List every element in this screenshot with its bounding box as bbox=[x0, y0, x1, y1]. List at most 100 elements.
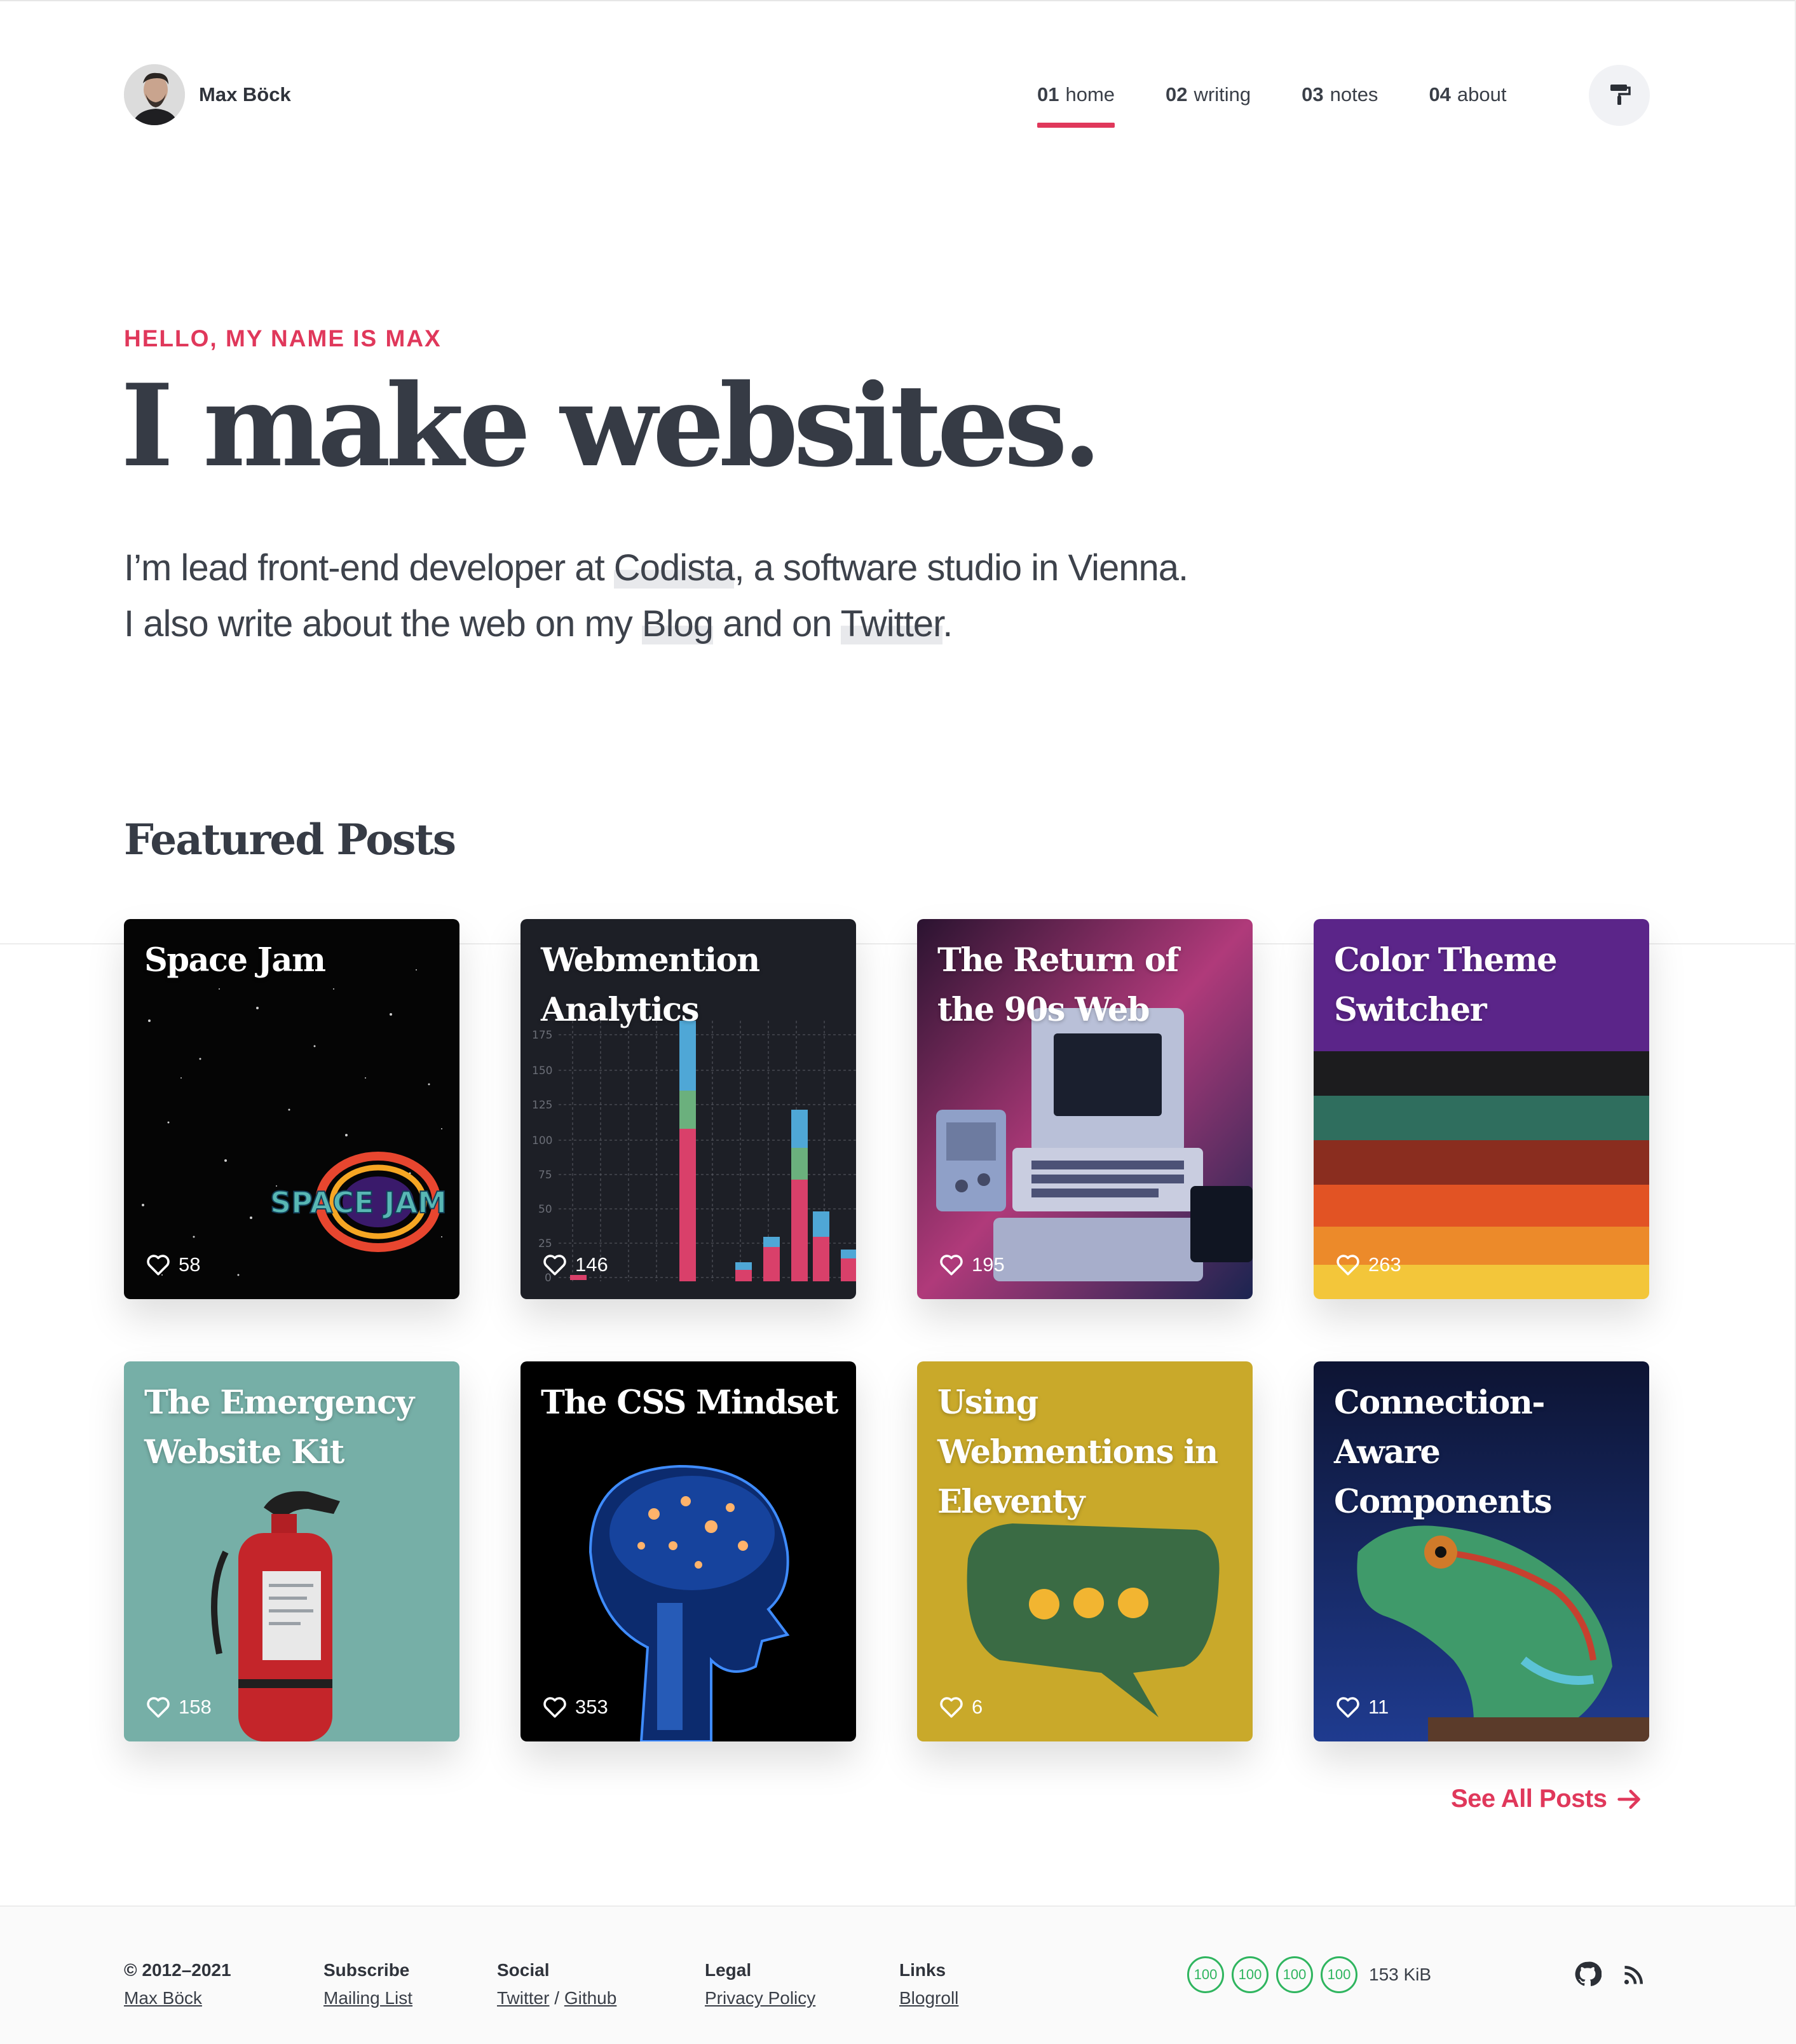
see-all-posts-link[interactable]: See All Posts bbox=[1451, 1785, 1643, 1813]
heart-icon bbox=[1337, 1697, 1359, 1718]
likes-count: 6 bbox=[939, 1696, 983, 1719]
post-title: Connection-Aware Components bbox=[1334, 1384, 1553, 1521]
footer-subscribe: Subscribe Mailing List bbox=[323, 1956, 412, 2012]
home-link[interactable]: Max Böck bbox=[124, 64, 291, 126]
links-heading: Links bbox=[899, 1960, 946, 1980]
nav-about[interactable]: 04 about bbox=[1429, 83, 1506, 106]
post-card-webmentions-eleventy[interactable]: Using Webmentions in Eleventy 6 bbox=[917, 1361, 1253, 1741]
axis-tick: 100 bbox=[532, 1134, 552, 1147]
likes-value: 6 bbox=[972, 1696, 983, 1718]
heart-icon bbox=[147, 1697, 170, 1718]
likes-count: 353 bbox=[542, 1696, 608, 1719]
post-title: Space Jam bbox=[144, 941, 326, 979]
likes-value: 158 bbox=[179, 1696, 212, 1718]
site-name: Max Böck bbox=[199, 83, 291, 106]
twitter-link[interactable]: Twitter bbox=[840, 603, 943, 644]
post-card-space-jam[interactable]: SPACE JAM Space Jam 58 bbox=[124, 919, 459, 1299]
mailing-list-link[interactable]: Mailing List bbox=[323, 1988, 412, 2008]
post-title: Color Theme Switcher bbox=[1334, 941, 1558, 1029]
post-card-connection-aware-components[interactable]: Connection-Aware Components 11 bbox=[1314, 1361, 1649, 1741]
nav-notes-label: notes bbox=[1330, 83, 1378, 106]
post-card-90s-web[interactable]: The Return of the 90s Web 195 bbox=[917, 919, 1253, 1299]
nav-about-label: about bbox=[1457, 83, 1507, 106]
likes-count: 263 bbox=[1335, 1253, 1401, 1276]
intro-text-1: I’m lead front-end developer at bbox=[124, 547, 614, 589]
post-card-css-mindset[interactable]: The CSS Mindset 353 bbox=[520, 1361, 856, 1741]
nav-writing[interactable]: 02 writing bbox=[1166, 83, 1251, 106]
blog-link[interactable]: Blog bbox=[641, 603, 714, 644]
footer-twitter-link[interactable]: Twitter bbox=[497, 1988, 549, 2008]
likes-count: 146 bbox=[542, 1253, 608, 1276]
post-card-emergency-website-kit[interactable]: The Emergency Website Kit 158 bbox=[124, 1361, 459, 1741]
nav-home[interactable]: 01 home bbox=[1037, 83, 1115, 128]
likes-value: 58 bbox=[179, 1253, 201, 1276]
heart-icon bbox=[1337, 1255, 1359, 1276]
featured-posts-heading: Featured Posts bbox=[124, 815, 456, 864]
site-footer: © 2012–2021 Max Böck Subscribe Mailing L… bbox=[0, 1907, 1796, 2044]
lighthouse-score-badge: 100 bbox=[1187, 1956, 1224, 1993]
github-icon[interactable] bbox=[1574, 1960, 1602, 1991]
heart-icon bbox=[940, 1697, 963, 1718]
likes-count: 58 bbox=[146, 1253, 200, 1276]
axis-tick: 150 bbox=[532, 1065, 552, 1077]
heart-icon bbox=[543, 1697, 566, 1718]
copyright-link[interactable]: Max Böck bbox=[124, 1988, 202, 2008]
paint-roller-icon bbox=[1607, 81, 1632, 110]
social-separator: / bbox=[549, 1988, 564, 2008]
codista-link[interactable]: Codista bbox=[613, 547, 735, 589]
axis-tick: 75 bbox=[538, 1169, 552, 1182]
likes-value: 263 bbox=[1368, 1253, 1401, 1276]
lighthouse-score-badge: 100 bbox=[1232, 1956, 1269, 1993]
likes-count: 11 bbox=[1335, 1696, 1389, 1719]
likes-count: 195 bbox=[939, 1253, 1005, 1276]
subscribe-heading: Subscribe bbox=[323, 1960, 410, 1980]
hero-title: I make websites. bbox=[121, 359, 1102, 492]
main-nav: 01 home 02 writing 03 notes 04 about bbox=[1037, 64, 1558, 128]
footer-legal: Legal Privacy Policy bbox=[705, 1956, 815, 2012]
post-card-color-theme-switcher[interactable]: Color Theme Switcher 263 bbox=[1314, 919, 1649, 1299]
space-jam-logo: SPACE JAM bbox=[270, 1185, 447, 1220]
likes-count: 158 bbox=[146, 1696, 212, 1719]
axis-tick: 25 bbox=[538, 1237, 552, 1250]
page-size: 153 KiB bbox=[1369, 1965, 1432, 1984]
nav-notes-number: 03 bbox=[1302, 83, 1324, 106]
post-card-webmention-analytics[interactable]: 175 150 125 100 75 50 25 0 Webmention An… bbox=[520, 919, 856, 1299]
footer-links: Links Blogroll bbox=[899, 1956, 958, 2012]
nav-about-number: 04 bbox=[1429, 83, 1451, 106]
intro-text-2: , a software studio in Vienna. bbox=[734, 547, 1188, 589]
lighthouse-score-badge: 100 bbox=[1276, 1956, 1313, 1993]
theme-switcher-button[interactable] bbox=[1589, 65, 1650, 126]
likes-value: 195 bbox=[972, 1253, 1005, 1276]
nav-notes[interactable]: 03 notes bbox=[1302, 83, 1378, 106]
heart-icon bbox=[940, 1255, 963, 1276]
arrow-right-icon bbox=[1617, 1789, 1641, 1809]
blogroll-link[interactable]: Blogroll bbox=[899, 1988, 958, 2008]
footer-github-link[interactable]: Github bbox=[564, 1988, 617, 2008]
likes-value: 146 bbox=[575, 1253, 608, 1276]
intro-text-5: . bbox=[942, 603, 953, 644]
copyright-text: © 2012–2021 bbox=[124, 1960, 231, 1980]
intro-text-4: and on bbox=[712, 603, 841, 644]
likes-value: 11 bbox=[1368, 1696, 1389, 1718]
post-title: The CSS Mindset bbox=[541, 1384, 838, 1422]
post-title: Using Webmentions in Eleventy bbox=[937, 1384, 1218, 1521]
privacy-policy-link[interactable]: Privacy Policy bbox=[705, 1988, 815, 2008]
nav-home-label: home bbox=[1065, 83, 1115, 106]
footer-social: Social Twitter / Github bbox=[497, 1956, 616, 2012]
post-title: Webmention Analytics bbox=[541, 941, 760, 1029]
legal-heading: Legal bbox=[705, 1960, 752, 1980]
post-title: The Return of the 90s Web bbox=[937, 941, 1179, 1029]
likes-value: 353 bbox=[575, 1696, 608, 1718]
lighthouse-scores[interactable]: 100 100 100 100 153 KiB bbox=[1187, 1956, 1431, 1993]
heart-icon bbox=[147, 1255, 170, 1276]
top-border bbox=[0, 0, 1796, 1]
post-title: The Emergency Website Kit bbox=[144, 1384, 414, 1471]
social-heading: Social bbox=[497, 1960, 550, 1980]
heart-icon bbox=[543, 1255, 566, 1276]
hero-intro: I’m lead front-end developer at Codista,… bbox=[124, 540, 1395, 652]
hero-eyebrow: HELLO, MY NAME IS MAX bbox=[124, 325, 442, 351]
nav-writing-number: 02 bbox=[1166, 83, 1188, 106]
see-all-posts-label: See All Posts bbox=[1451, 1785, 1607, 1813]
rss-icon[interactable] bbox=[1622, 1964, 1645, 1990]
lighthouse-score-badge: 100 bbox=[1321, 1956, 1357, 1993]
